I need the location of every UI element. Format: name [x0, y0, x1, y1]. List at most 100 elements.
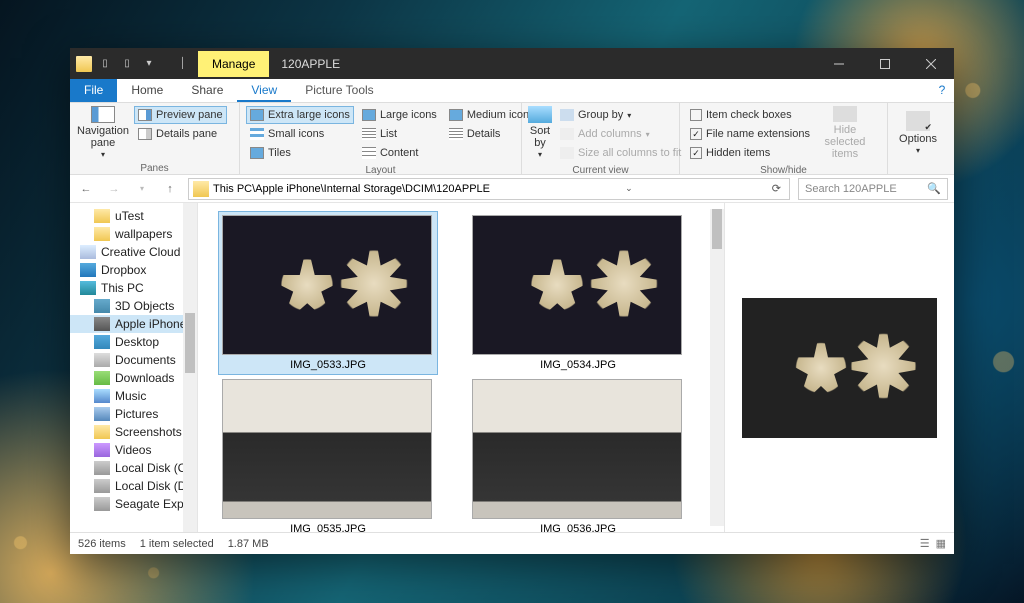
extra-large-icons-button[interactable]: Extra large icons — [246, 106, 354, 124]
ribbon: Navigation pane▾ Preview pane Details pa… — [70, 103, 954, 175]
details-pane-button[interactable]: Details pane — [134, 125, 227, 143]
tree-item-icon — [94, 227, 110, 241]
titlebar[interactable]: ▯ ▯ ▾ │ Manage 120APPLE — [70, 48, 954, 79]
small-icons-button[interactable]: Small icons — [246, 125, 354, 143]
ribbon-tabs: File Home Share View Picture Tools ? — [70, 79, 954, 103]
options-button[interactable]: ✔ Options▾ — [894, 106, 942, 160]
thumbnails-view-icon[interactable]: ▦ — [936, 537, 946, 550]
tab-view[interactable]: View — [237, 79, 291, 102]
breadcrumb[interactable]: This PC\Apple iPhone\Internal Storage\DC… — [188, 178, 790, 200]
tree-item[interactable]: Dropbox — [70, 261, 197, 279]
details-view-icon[interactable]: ☰ — [920, 537, 930, 550]
qat-button[interactable]: ▯ — [96, 53, 114, 75]
quick-access-toolbar: ▯ ▯ ▾ │ — [70, 53, 198, 75]
qat-dropdown[interactable]: ▾ — [140, 53, 158, 75]
file-grid[interactable]: IMG_0533.JPGIMG_0534.JPGIMG_0535.JPG IMG_… — [198, 203, 724, 532]
tab-home[interactable]: Home — [117, 79, 177, 102]
content-button[interactable]: Content — [358, 144, 441, 162]
tree-item[interactable]: Creative Cloud Files — [70, 243, 197, 261]
up-button[interactable]: ↑ — [160, 183, 180, 195]
thumbnail — [472, 215, 682, 355]
tree-item-icon — [94, 353, 110, 367]
tree-item[interactable]: Desktop — [70, 333, 197, 351]
path-text: This PC\Apple iPhone\Internal Storage\DC… — [213, 183, 490, 195]
help-icon[interactable]: ? — [930, 79, 954, 102]
tree-item-label: Dropbox — [101, 263, 146, 277]
recent-dropdown[interactable]: ▾ — [132, 184, 152, 193]
preview-pane — [724, 203, 954, 532]
navigation-tree[interactable]: uTest wallpapersCreative Cloud Files Dropb… — [70, 203, 198, 532]
tree-item[interactable]: Documents — [70, 351, 197, 369]
thumbnail — [472, 379, 682, 519]
path-dropdown[interactable]: ⌄ — [621, 183, 637, 194]
tree-item-label: This PC — [101, 281, 144, 295]
back-button[interactable]: ← — [76, 183, 96, 195]
tree-scrollbar[interactable] — [183, 203, 197, 532]
tree-item[interactable]: Local Disk (C:) — [70, 459, 197, 477]
tree-item[interactable]: Screenshots — [70, 423, 197, 441]
list-button[interactable]: List — [358, 125, 441, 143]
tree-item-label: Downloads — [115, 371, 174, 385]
preview-pane-button[interactable]: Preview pane — [134, 106, 227, 124]
tree-item[interactable]: wallpapers — [70, 225, 197, 243]
tree-item-icon — [94, 479, 110, 493]
tree-item-label: uTest — [115, 209, 144, 223]
large-icons-button[interactable]: Large icons — [358, 106, 441, 124]
tree-item[interactable]: Downloads — [70, 369, 197, 387]
minimize-button[interactable] — [816, 48, 862, 79]
maximize-button[interactable] — [862, 48, 908, 79]
qat-separator: │ — [174, 53, 192, 75]
sort-by-button[interactable]: Sort by▾ — [528, 106, 552, 160]
tree-item-icon — [94, 299, 110, 313]
file-item[interactable]: IMG_0534.JPG — [468, 211, 688, 375]
tree-item[interactable]: Videos — [70, 441, 197, 459]
tree-item-icon — [94, 407, 110, 421]
tree-item-label: Local Disk (C:) — [115, 461, 194, 475]
tree-item-label: Local Disk (D:) — [115, 479, 194, 493]
file-extensions-toggle[interactable]: ✓File name extensions — [686, 125, 814, 143]
tree-item[interactable]: uTest — [70, 207, 197, 225]
tree-item-label: Apple iPhone — [115, 317, 186, 331]
label: Navigation pane — [76, 125, 130, 149]
file-item[interactable]: IMG_0536.JPG — [468, 375, 688, 532]
tree-item-label: Documents — [115, 353, 176, 367]
tree-item[interactable]: Seagate Expansion Drive — [70, 495, 197, 513]
tree-item[interactable]: Music — [70, 387, 197, 405]
item-count: 526 items — [78, 538, 126, 550]
file-item[interactable]: IMG_0533.JPG — [218, 211, 438, 375]
status-bar: 526 items 1 item selected 1.87 MB ☰ ▦ — [70, 532, 954, 554]
tab-file[interactable]: File — [70, 79, 117, 102]
tree-item-icon — [94, 335, 110, 349]
contextual-tab-manage[interactable]: Manage — [198, 51, 269, 77]
search-input[interactable]: Search 120APPLE 🔍 — [798, 178, 948, 200]
tree-item-icon — [94, 443, 110, 457]
hidden-items-toggle[interactable]: ✓Hidden items — [686, 144, 814, 162]
item-checkboxes-toggle[interactable]: Item check boxes — [686, 106, 814, 124]
qat-button[interactable]: ▯ — [118, 53, 136, 75]
file-item[interactable]: IMG_0535.JPG — [218, 375, 438, 532]
tree-item-icon — [94, 425, 110, 439]
tree-item[interactable]: 3D Objects — [70, 297, 197, 315]
tab-share[interactable]: Share — [177, 79, 237, 102]
file-name: IMG_0536.JPG — [472, 523, 684, 532]
grid-scrollbar[interactable] — [710, 209, 724, 526]
hide-selected-button[interactable]: Hide selected items — [818, 106, 872, 160]
tree-item[interactable]: This PC — [70, 279, 197, 297]
navigation-pane-button[interactable]: Navigation pane▾ — [76, 106, 130, 160]
tree-item[interactable]: Pictures — [70, 405, 197, 423]
group-by-button[interactable]: Group by ▾ — [556, 106, 685, 124]
tree-item[interactable]: Apple iPhone — [70, 315, 197, 333]
tree-item-icon — [80, 245, 96, 259]
explorer-window: ▯ ▯ ▾ │ Manage 120APPLE File Home Share … — [70, 48, 954, 554]
tab-picture-tools[interactable]: Picture Tools — [291, 79, 387, 102]
tree-item-icon — [80, 281, 96, 295]
tiles-button[interactable]: Tiles — [246, 144, 354, 162]
add-columns-button[interactable]: Add columns ▾ — [556, 125, 685, 143]
tree-item-icon — [94, 209, 110, 223]
close-button[interactable] — [908, 48, 954, 79]
forward-button[interactable]: → — [104, 183, 124, 195]
refresh-button[interactable]: ⟳ — [768, 182, 785, 195]
thumbnail — [222, 379, 432, 519]
size-all-columns-button[interactable]: Size all columns to fit — [556, 144, 685, 162]
tree-item[interactable]: Local Disk (D:) — [70, 477, 197, 495]
